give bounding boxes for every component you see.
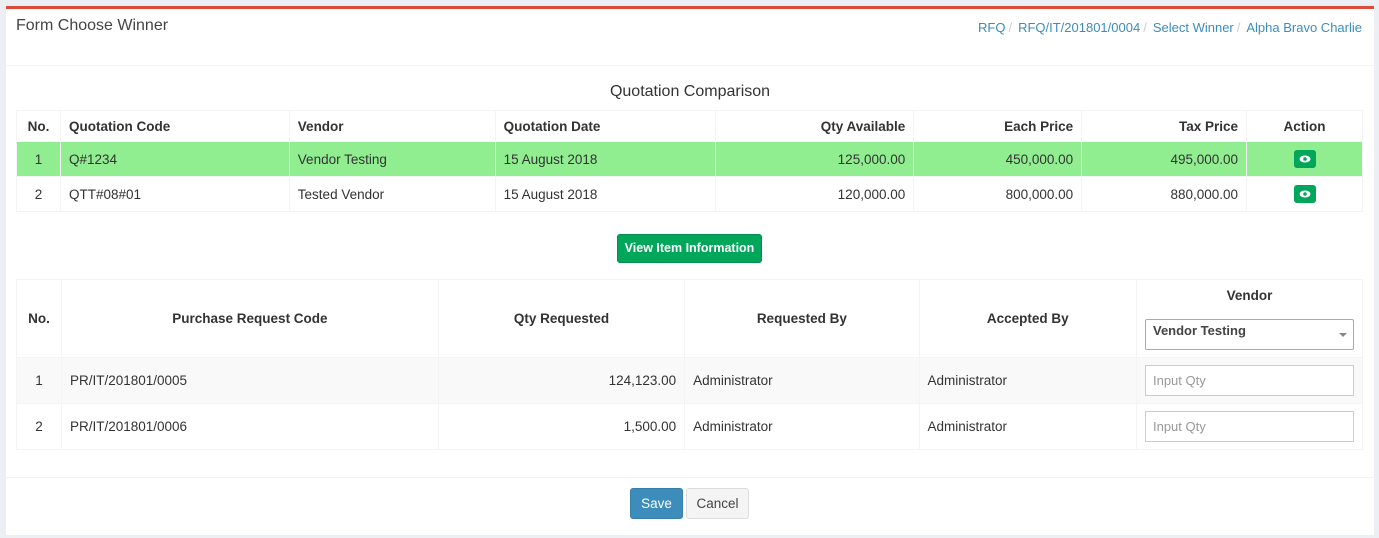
cell-no: 2 — [16, 176, 61, 212]
breadcrumb-separator: / — [1143, 20, 1147, 35]
cell-quotation-date: 15 August 2018 — [494, 141, 717, 177]
form-box: Form Choose Winner RFQ / RFQ/IT/201801/00… — [6, 6, 1374, 535]
col-no: No. — [16, 279, 62, 358]
save-button[interactable]: Save — [630, 488, 683, 519]
cell-each-price: 450,000.00 — [913, 141, 1083, 177]
quotation-table: No. Quotation Code Vendor Quotation Date… — [16, 110, 1363, 212]
view-item-information-button[interactable]: View Item Information — [617, 234, 762, 263]
item-row: 1 PR/IT/201801/0005 124,123.00 Administr… — [16, 357, 1364, 404]
cell-qty-requested: 124,123.00 — [437, 357, 686, 404]
quotation-comparison-title: Quotation Comparison — [609, 83, 771, 100]
col-qty-available: Qty Available — [715, 110, 915, 142]
items-table: No. Purchase Request Code Qty Requested … — [16, 279, 1364, 450]
vendor-column-label: Vendor — [1226, 288, 1273, 303]
qty-input[interactable] — [1144, 365, 1354, 396]
quotation-header-row: No. Quotation Code Vendor Quotation Date… — [16, 110, 1363, 142]
breadcrumb-separator: / — [1236, 20, 1241, 35]
cell-no: 1 — [16, 141, 61, 177]
view-quotation-button[interactable] — [1293, 150, 1316, 168]
vendor-select-wrap: Vendor Testing — [1137, 311, 1362, 356]
cell-requested-by: Administrator — [684, 357, 920, 404]
vendor-select-value: Vendor Testing — [1152, 323, 1246, 338]
chevron-down-icon — [1338, 333, 1347, 337]
breadcrumb-rfq-code[interactable]: RFQ/IT/201801/0004 — [1018, 20, 1140, 35]
cell-no: 1 — [16, 357, 62, 404]
item-row: 2 PR/IT/201801/0006 1,500.00 Administrat… — [16, 403, 1364, 450]
cell-vendor: Vendor Testing — [288, 141, 496, 177]
cell-purchase-request-code: PR/IT/201801/0005 — [60, 357, 439, 404]
eye-icon — [1299, 190, 1311, 198]
col-vendor: Vendor Vendor Testing — [1135, 279, 1364, 358]
cell-accepted-by: Administrator — [918, 357, 1137, 404]
cancel-button[interactable]: Cancel — [686, 488, 749, 519]
cell-requested-by: Administrator — [684, 403, 920, 450]
qty-input[interactable] — [1144, 411, 1354, 442]
col-purchase-request-code: Purchase Request Code — [60, 279, 439, 358]
breadcrumb-current[interactable]: Alpha Bravo Charlie — [1246, 20, 1362, 35]
breadcrumb: RFQ / RFQ/IT/201801/0004/ Select Winner / … — [978, 20, 1362, 35]
col-each-price: Each Price — [913, 110, 1083, 142]
cell-qty-available: 120,000.00 — [715, 176, 915, 212]
col-accepted-by: Accepted By — [918, 279, 1137, 358]
cell-action — [1246, 176, 1363, 212]
col-requested-by: Requested By — [684, 279, 920, 358]
cell-purchase-request-code: PR/IT/201801/0006 — [60, 403, 439, 450]
cell-vendor: Tested Vendor — [288, 176, 496, 212]
cell-action — [1246, 141, 1363, 177]
vendor-select[interactable]: Vendor Testing — [1144, 319, 1354, 350]
col-quotation-date: Quotation Date — [494, 110, 717, 142]
cell-qty-input — [1135, 357, 1364, 404]
cell-quotation-code: QTT#08#01 — [59, 176, 290, 212]
cell-tax-price: 880,000.00 — [1081, 176, 1248, 212]
view-quotation-button[interactable] — [1293, 185, 1316, 203]
col-action: Action — [1246, 110, 1363, 142]
cell-tax-price: 495,000.00 — [1081, 141, 1248, 177]
col-quotation-code: Quotation Code — [59, 110, 290, 142]
col-tax-price: Tax Price — [1081, 110, 1248, 142]
page-title: Form Choose Winner — [16, 17, 169, 34]
cell-qty-available: 125,000.00 — [715, 141, 915, 177]
cell-no: 2 — [16, 403, 62, 450]
breadcrumb-select-winner[interactable]: Select Winner — [1153, 20, 1234, 35]
col-vendor: Vendor — [288, 110, 496, 142]
cell-qty-input — [1135, 403, 1364, 450]
cell-accepted-by: Administrator — [918, 403, 1137, 450]
box-header: Form Choose Winner RFQ / RFQ/IT/201801/00… — [6, 9, 1374, 66]
quotation-row-selected[interactable]: 1 Q#1234 Vendor Testing 15 August 2018 1… — [16, 141, 1363, 177]
cell-quotation-code: Q#1234 — [59, 141, 290, 177]
breadcrumb-separator: / — [1008, 20, 1013, 35]
form-footer: Save Cancel — [6, 477, 1374, 538]
breadcrumb-rfq[interactable]: RFQ — [978, 20, 1005, 35]
cell-each-price: 800,000.00 — [913, 176, 1083, 212]
cell-quotation-date: 15 August 2018 — [494, 176, 717, 212]
items-header-row: No. Purchase Request Code Qty Requested … — [16, 279, 1364, 358]
eye-icon — [1299, 155, 1311, 163]
col-qty-requested: Qty Requested — [437, 279, 686, 358]
quotation-row[interactable]: 2 QTT#08#01 Tested Vendor 15 August 2018… — [16, 176, 1363, 212]
col-no: No. — [16, 110, 61, 142]
cell-qty-requested: 1,500.00 — [437, 403, 686, 450]
